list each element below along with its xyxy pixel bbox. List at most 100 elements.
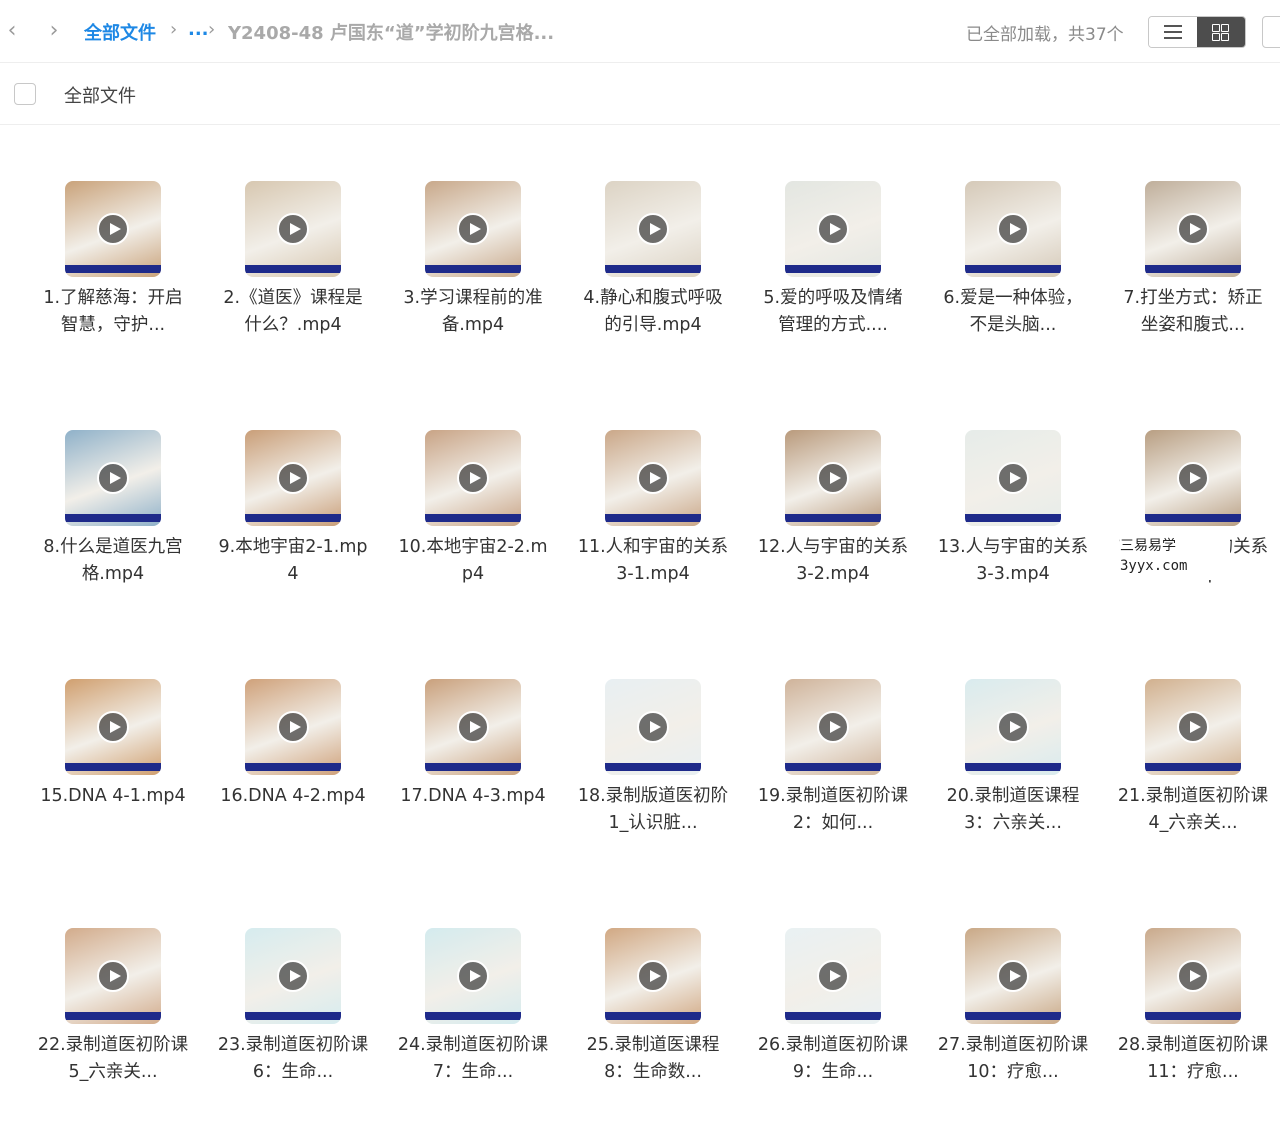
video-thumbnail[interactable] (965, 928, 1061, 1024)
video-thumbnail[interactable] (605, 928, 701, 1024)
video-thumbnail[interactable] (1145, 181, 1241, 277)
video-thumbnail[interactable] (605, 430, 701, 526)
play-icon[interactable] (817, 711, 849, 743)
play-icon[interactable] (637, 711, 669, 743)
video-thumbnail[interactable] (785, 181, 881, 277)
file-item[interactable]: 7.打坐方式：矫正坐姿和腹式... (1115, 181, 1265, 381)
play-icon[interactable] (637, 960, 669, 992)
breadcrumb-root[interactable]: 全部文件 (84, 19, 156, 45)
play-icon[interactable] (637, 462, 669, 494)
file-item[interactable]: 19.录制道医初阶课2：如何... (755, 679, 908, 879)
play-icon[interactable] (97, 213, 129, 245)
site-watermark: 三易易学 3yyx.com (1120, 536, 1230, 580)
video-thumbnail[interactable] (245, 430, 341, 526)
file-item[interactable]: 5.爱的呼吸及情绪管理的方式.... (755, 181, 905, 381)
file-item[interactable]: 4.静心和腹式呼吸的引导.mp4 (575, 181, 725, 381)
video-thumbnail[interactable] (245, 928, 341, 1024)
file-item[interactable]: 24.录制道医初阶课7：生命... (395, 928, 548, 1128)
thumbnail-caption-bar (965, 763, 1061, 771)
video-thumbnail[interactable] (425, 679, 521, 775)
play-icon[interactable] (277, 213, 309, 245)
play-icon[interactable] (997, 711, 1029, 743)
play-icon[interactable] (1177, 462, 1209, 494)
video-thumbnail[interactable] (1145, 928, 1241, 1024)
video-thumbnail[interactable] (245, 679, 341, 775)
breadcrumb-ellipsis[interactable]: ... (188, 19, 209, 40)
play-icon[interactable] (817, 960, 849, 992)
select-all-label: 全部文件 (64, 86, 136, 107)
file-item[interactable]: 23.录制道医初阶课6：生命... (215, 928, 368, 1128)
file-item[interactable]: 6.爱是一种体验，不是头脑... (935, 181, 1085, 381)
play-icon[interactable] (457, 213, 489, 245)
file-item[interactable]: 14.人与宇宙的关系3-3.mp4 (1115, 430, 1268, 630)
play-icon[interactable] (997, 462, 1029, 494)
file-name: 28.录制道医初阶课11：疗愈... (1117, 1035, 1269, 1082)
play-icon[interactable] (817, 462, 849, 494)
play-icon[interactable] (997, 960, 1029, 992)
video-thumbnail[interactable] (785, 430, 881, 526)
list-view-button[interactable] (1149, 17, 1197, 47)
play-icon[interactable] (277, 960, 309, 992)
video-thumbnail[interactable] (785, 679, 881, 775)
thumbnail-caption-bar (605, 1012, 701, 1020)
file-name: 2.《道医》课程是什么？.mp4 (223, 288, 363, 335)
file-item[interactable]: 9.本地宇宙2-1.mp4 (215, 430, 368, 630)
play-icon[interactable] (457, 711, 489, 743)
video-thumbnail[interactable] (425, 928, 521, 1024)
file-item[interactable]: 3.学习课程前的准备.mp4 (395, 181, 545, 381)
file-item[interactable]: 27.录制道医初阶课10：疗愈... (935, 928, 1088, 1128)
play-icon[interactable] (97, 711, 129, 743)
file-item[interactable]: 20.录制道医课程3：六亲关... (935, 679, 1085, 879)
video-thumbnail[interactable] (425, 181, 521, 277)
play-icon[interactable] (1177, 960, 1209, 992)
video-thumbnail[interactable] (65, 928, 161, 1024)
video-thumbnail[interactable] (965, 181, 1061, 277)
video-thumbnail[interactable] (965, 679, 1061, 775)
file-item[interactable]: 10.本地宇宙2-2.mp4 (395, 430, 548, 630)
play-icon[interactable] (277, 462, 309, 494)
file-item[interactable]: 25.录制道医课程8：生命数... (575, 928, 725, 1128)
file-item[interactable]: 22.录制道医初阶课5_六亲关... (35, 928, 188, 1128)
play-icon[interactable] (97, 960, 129, 992)
video-thumbnail[interactable] (425, 430, 521, 526)
video-thumbnail[interactable] (965, 430, 1061, 526)
play-icon[interactable] (97, 462, 129, 494)
file-item[interactable]: 17.DNA 4-3.mp4 (395, 679, 546, 879)
video-thumbnail[interactable] (65, 181, 161, 277)
file-item[interactable]: 18.录制版道医初阶1_认识脏... (575, 679, 728, 879)
play-icon[interactable] (817, 213, 849, 245)
file-item[interactable]: 26.录制道医初阶课9：生命... (755, 928, 908, 1128)
video-thumbnail[interactable] (1145, 430, 1241, 526)
file-item[interactable]: 8.什么是道医九宫格.mp4 (35, 430, 185, 630)
video-thumbnail[interactable] (605, 181, 701, 277)
thumbnail-caption-bar (1145, 265, 1241, 273)
file-item[interactable]: 12.人与宇宙的关系3-2.mp4 (755, 430, 908, 630)
play-icon[interactable] (997, 213, 1029, 245)
play-icon[interactable] (457, 462, 489, 494)
back-button[interactable]: ‹ (0, 18, 24, 44)
more-button[interactable] (1262, 16, 1280, 48)
file-item[interactable]: 11.人和宇宙的关系3-1.mp4 (575, 430, 728, 630)
play-icon[interactable] (1177, 711, 1209, 743)
video-thumbnail[interactable] (65, 679, 161, 775)
file-item[interactable]: 13.人与宇宙的关系3-3.mp4 (935, 430, 1088, 630)
video-thumbnail[interactable] (1145, 679, 1241, 775)
file-item[interactable]: 1.了解慈海：开启智慧，守护... (35, 181, 185, 381)
file-item[interactable]: 16.DNA 4-2.mp4 (215, 679, 366, 879)
file-item[interactable]: 15.DNA 4-1.mp4 (35, 679, 186, 879)
file-item[interactable]: 28.录制道医初阶课11：疗愈... (1115, 928, 1268, 1128)
video-thumbnail[interactable] (245, 181, 341, 277)
play-icon[interactable] (637, 213, 669, 245)
file-item[interactable]: 2.《道医》课程是什么？.mp4 (215, 181, 365, 381)
file-item[interactable]: 21.录制道医初阶课4_六亲关... (1115, 679, 1268, 879)
forward-button[interactable]: › (42, 18, 66, 44)
play-icon[interactable] (457, 960, 489, 992)
play-icon[interactable] (277, 711, 309, 743)
video-thumbnail[interactable] (65, 430, 161, 526)
video-thumbnail[interactable] (785, 928, 881, 1024)
watermark-line1: 三易易学 (1120, 538, 1176, 554)
video-thumbnail[interactable] (605, 679, 701, 775)
play-icon[interactable] (1177, 213, 1209, 245)
grid-view-button[interactable] (1197, 17, 1245, 47)
select-all-checkbox[interactable] (14, 83, 36, 105)
